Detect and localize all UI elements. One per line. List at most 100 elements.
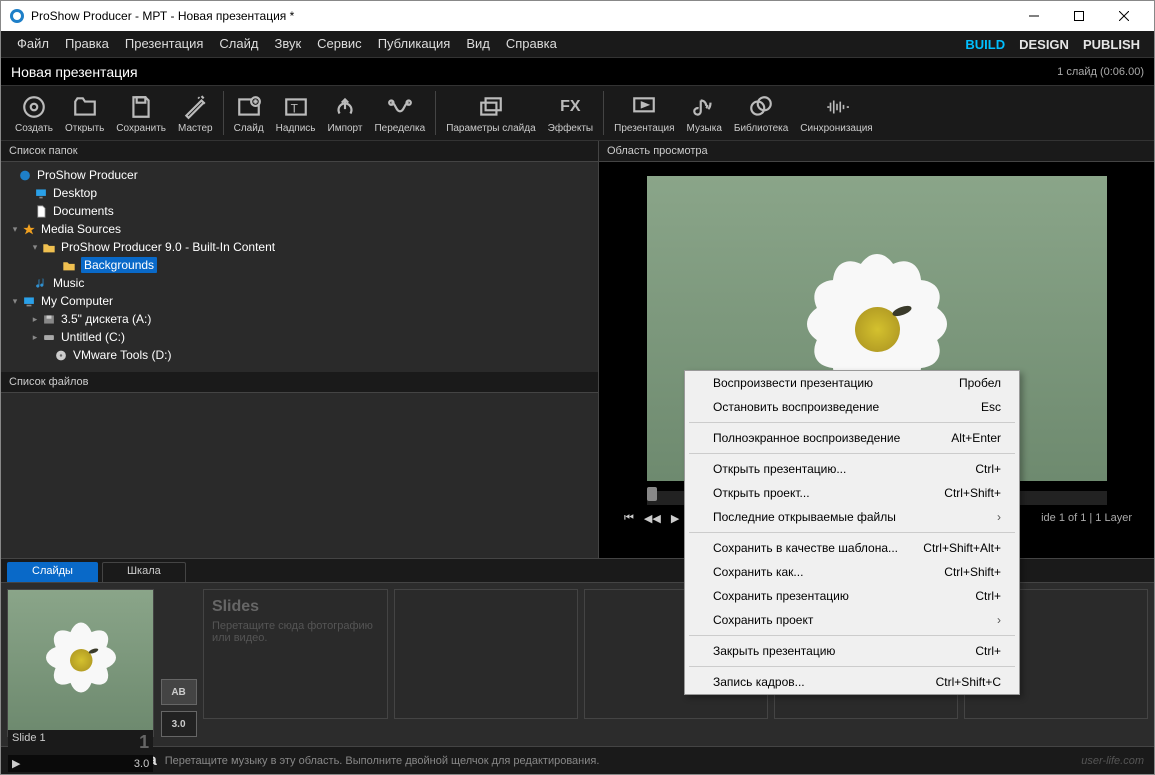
tree-music[interactable]: Music — [1, 274, 598, 292]
tab-slides[interactable]: Слайды — [7, 562, 98, 582]
files-panel-header: Список файлов — [1, 372, 598, 393]
remix-icon — [386, 93, 414, 121]
menu-help[interactable]: Справка — [498, 31, 565, 57]
menu-service[interactable]: Сервис — [309, 31, 370, 57]
tree-drive-c[interactable]: ▸Untitled (C:) — [1, 328, 598, 346]
wizard-icon — [181, 93, 209, 121]
tree-media-sources[interactable]: ▾Media Sources — [1, 220, 598, 238]
context-menu-item[interactable]: Остановить воспроизведениеEsc — [685, 395, 1019, 419]
maximize-button[interactable] — [1056, 1, 1101, 31]
menu-sound[interactable]: Звук — [266, 31, 309, 57]
transport-play[interactable]: ▶ — [668, 512, 682, 525]
menu-publish[interactable]: Публикация — [370, 31, 459, 57]
slides-placeholder[interactable]: Slides Перетащите сюда фотографию или ви… — [203, 589, 388, 719]
slide-thumbnail-1[interactable]: Slide 11 ▶3.0 — [7, 589, 154, 737]
mode-build[interactable]: BUILD — [965, 37, 1005, 52]
effects-icon: FX — [556, 93, 584, 121]
tool-slideoptions[interactable]: Параметры слайда — [440, 85, 541, 141]
transport-prev[interactable]: ◀◀ — [641, 512, 664, 525]
context-menu-item[interactable]: Полноэкранное воспроизведениеAlt+Enter — [685, 426, 1019, 450]
context-menu-item[interactable]: Последние открываемые файлы› — [685, 505, 1019, 529]
library-icon — [747, 93, 775, 121]
document-icon — [33, 205, 49, 218]
open-icon — [71, 93, 99, 121]
minimize-button[interactable] — [1011, 1, 1056, 31]
computer-icon — [21, 295, 37, 308]
slide-duration[interactable]: 3.0 — [134, 758, 149, 770]
titlebar: ProShow Producer - МРТ - Новая презентац… — [1, 1, 1154, 31]
context-menu-item[interactable]: Открыть презентацию...Ctrl+ — [685, 457, 1019, 481]
close-button[interactable] — [1101, 1, 1146, 31]
import-icon — [331, 93, 359, 121]
play-icon[interactable]: ▶ — [12, 757, 20, 770]
slide-name: Slide 1 — [12, 732, 46, 753]
tree-root[interactable]: ProShow Producer — [1, 166, 598, 184]
music-icon — [33, 277, 49, 290]
mode-publish[interactable]: PUBLISH — [1083, 37, 1140, 52]
context-menu-item[interactable]: Открыть проект...Ctrl+Shift+ — [685, 481, 1019, 505]
tab-scale[interactable]: Шкала — [102, 562, 186, 582]
tree-documents[interactable]: Documents — [1, 202, 598, 220]
tool-open[interactable]: Открыть — [59, 85, 110, 141]
preview-panel-header: Область просмотра — [599, 141, 1154, 162]
transport-first[interactable]: ⏮ — [621, 512, 637, 525]
tool-import[interactable]: Импорт — [322, 85, 369, 141]
slide-icon — [235, 93, 263, 121]
sync-icon — [823, 93, 851, 121]
menu-file[interactable]: Файл — [9, 31, 57, 57]
transition-duration[interactable]: 3.0 — [161, 711, 197, 737]
context-menu-item[interactable]: Запись кадров...Ctrl+Shift+C — [685, 670, 1019, 694]
tree-desktop[interactable]: Desktop — [1, 184, 598, 202]
file-list[interactable] — [1, 393, 598, 558]
context-menu-item[interactable]: Сохранить презентациюCtrl+ — [685, 584, 1019, 608]
mode-design[interactable]: DESIGN — [1019, 37, 1069, 52]
menu-presentation[interactable]: Презентация — [117, 31, 212, 57]
empty-slot[interactable] — [394, 589, 578, 719]
tree-drive-d[interactable]: VMware Tools (D:) — [1, 346, 598, 364]
context-menu-item[interactable]: Закрыть презентациюCtrl+ — [685, 639, 1019, 663]
tool-music[interactable]: Музыка — [681, 85, 728, 141]
slide-number: 1 — [139, 732, 149, 753]
tree-floppy[interactable]: ▸3.5" дискета (A:) — [1, 310, 598, 328]
app-icon — [17, 169, 33, 182]
audio-track[interactable]: Звуковая дорожка Перетащите музыку в эту… — [1, 746, 1154, 774]
tool-wizard[interactable]: Мастер — [172, 85, 219, 141]
create-icon — [20, 93, 48, 121]
tool-slide[interactable]: Слайд — [228, 85, 270, 141]
menu-slide[interactable]: Слайд — [211, 31, 266, 57]
drive-icon — [41, 331, 57, 344]
svg-text:T: T — [290, 101, 297, 115]
subheader: Новая презентация 1 слайд (0:06.00) — [1, 57, 1154, 85]
context-menu-item[interactable]: Сохранить проект› — [685, 608, 1019, 632]
context-menu[interactable]: Воспроизвести презентациюПробелОстановит… — [684, 370, 1020, 695]
context-menu-item[interactable]: Сохранить как...Ctrl+Shift+ — [685, 560, 1019, 584]
menu-view[interactable]: Вид — [458, 31, 498, 57]
tool-sync[interactable]: Синхронизация — [794, 85, 878, 141]
presentation-icon — [630, 93, 658, 121]
context-menu-item[interactable]: Сохранить в качестве шаблона...Ctrl+Shif… — [685, 536, 1019, 560]
tool-library[interactable]: Библиотека — [728, 85, 794, 141]
tool-remix[interactable]: Переделка — [368, 85, 431, 141]
toolbar: Создать Открыть Сохранить Мастер Слайд T… — [1, 85, 1154, 141]
window-title: ProShow Producer - МРТ - Новая презентац… — [31, 9, 1011, 23]
tool-presentation[interactable]: Презентация — [608, 85, 680, 141]
tool-caption[interactable]: TНадпись — [270, 85, 322, 141]
app-icon — [9, 8, 25, 24]
tree-backgrounds[interactable]: Backgrounds — [1, 256, 598, 274]
context-menu-item[interactable]: Воспроизвести презентациюПробел — [685, 371, 1019, 395]
presentation-title: Новая презентация — [11, 64, 138, 80]
menubar: Файл Правка Презентация Слайд Звук Серви… — [1, 31, 1154, 57]
folder-icon — [61, 259, 77, 272]
menu-edit[interactable]: Правка — [57, 31, 117, 57]
watermark: user-life.com — [1081, 755, 1144, 767]
tool-save[interactable]: Сохранить — [110, 85, 172, 141]
cd-icon — [53, 349, 69, 362]
transition-card[interactable]: AB 3.0 — [160, 589, 197, 737]
folder-tree[interactable]: ProShow Producer Desktop Documents ▾Medi… — [1, 162, 598, 372]
tool-effects[interactable]: FXЭффекты — [542, 85, 599, 141]
transition-type[interactable]: AB — [161, 679, 197, 705]
tree-mycomputer[interactable]: ▾My Computer — [1, 292, 598, 310]
floppy-icon — [41, 313, 57, 326]
tool-create[interactable]: Создать — [9, 85, 59, 141]
tree-builtin[interactable]: ▾ProShow Producer 9.0 - Built-In Content — [1, 238, 598, 256]
